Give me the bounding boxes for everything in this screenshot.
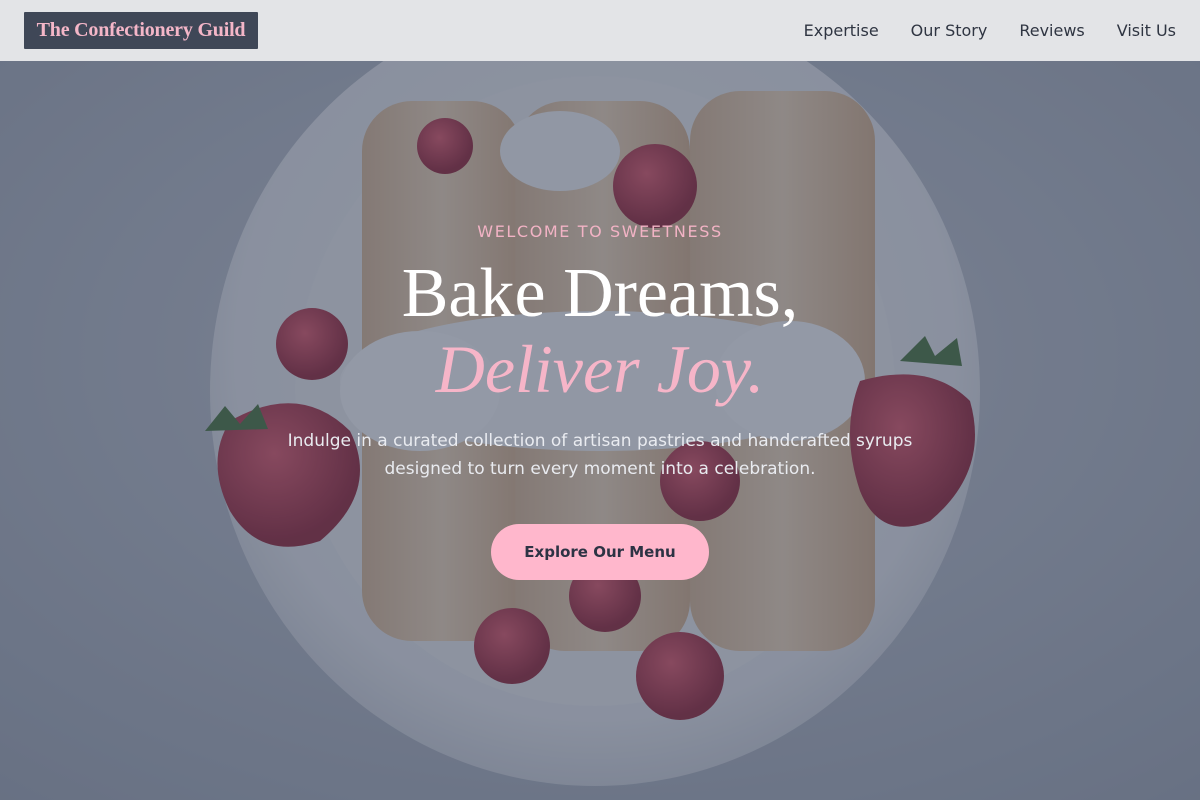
hero-headline-line2: Deliver Joy. <box>435 331 765 407</box>
nav-link-our-story[interactable]: Our Story <box>911 21 988 40</box>
brand-logo[interactable]: The Confectionery Guild <box>24 12 258 49</box>
hero-content: WELCOME TO SWEETNESS Bake Dreams, Delive… <box>0 61 1200 800</box>
explore-menu-button[interactable]: Explore Our Menu <box>491 524 709 580</box>
hero-section: WELCOME TO SWEETNESS Bake Dreams, Delive… <box>0 61 1200 800</box>
nav-link-visit-us[interactable]: Visit Us <box>1117 21 1176 40</box>
hero-headline-line1: Bake Dreams, <box>401 255 799 332</box>
brand-name: The Confectionery Guild <box>36 19 246 41</box>
site-header: The Confectionery Guild Expertise Our St… <box>0 0 1200 61</box>
main-nav: Expertise Our Story Reviews Visit Us <box>804 21 1176 40</box>
nav-link-expertise[interactable]: Expertise <box>804 21 879 40</box>
nav-link-reviews[interactable]: Reviews <box>1019 21 1084 40</box>
hero-description: Indulge in a curated collection of artis… <box>287 431 913 479</box>
hero-eyebrow: WELCOME TO SWEETNESS <box>477 222 723 241</box>
